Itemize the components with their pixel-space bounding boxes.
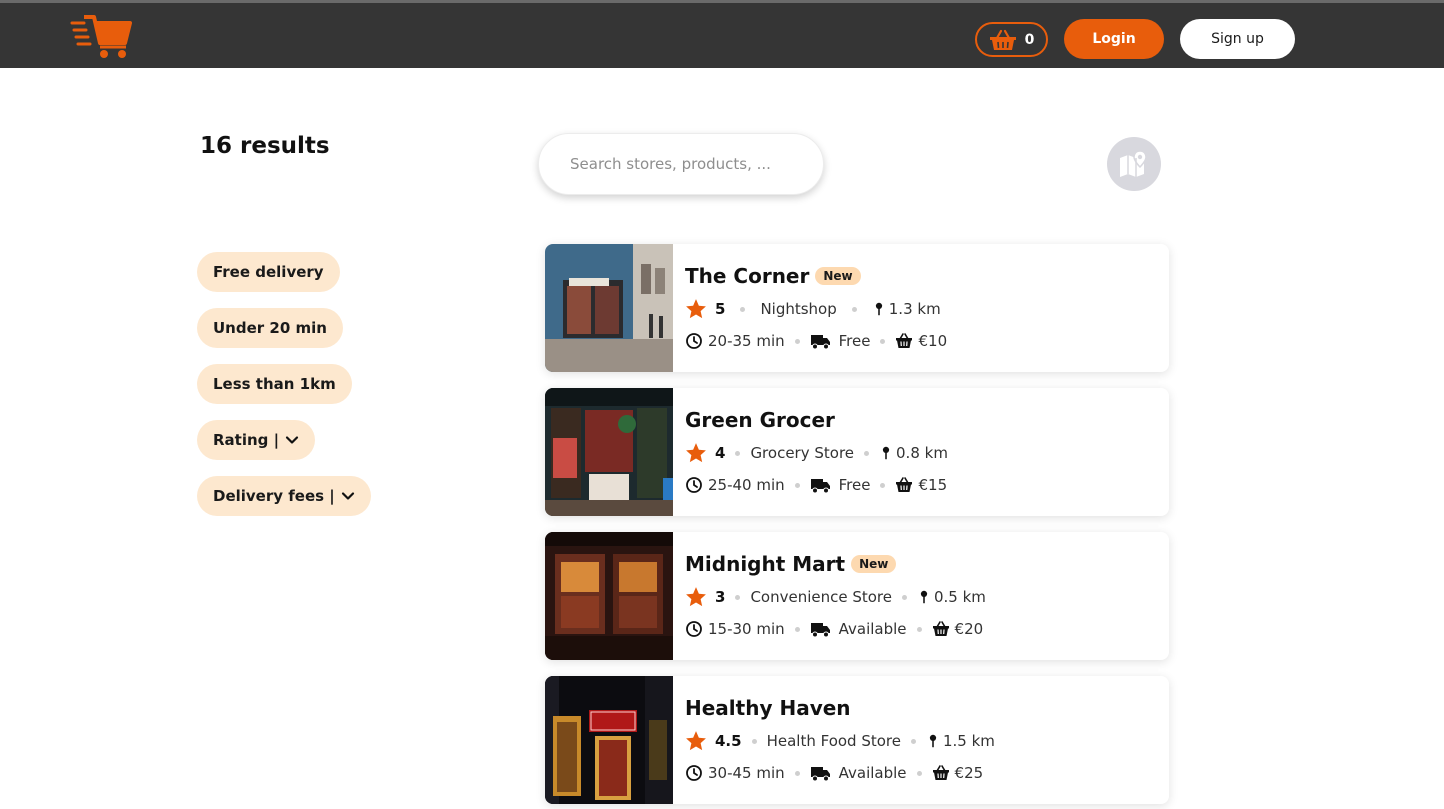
chevron-down-icon — [286, 436, 299, 444]
store-distance: 0.5 km — [934, 588, 986, 606]
minimum-order: €10 — [918, 332, 948, 350]
basket-icon — [989, 29, 1016, 50]
store-photo — [545, 388, 673, 516]
store-category: Grocery Store — [750, 444, 855, 462]
delivery-fee: Available — [838, 620, 907, 638]
separator-dot — [751, 738, 757, 744]
store-category: Convenience Store — [750, 588, 892, 606]
separator-dot — [911, 738, 916, 744]
filter-under-20-min[interactable]: Under 20 min — [197, 308, 343, 348]
store-distance: 0.8 km — [896, 444, 948, 462]
filter-rating-dropdown[interactable]: Rating | — [197, 420, 316, 460]
store-photo — [545, 532, 673, 660]
filter-free-delivery[interactable]: Free delivery — [197, 252, 340, 292]
store-name: Midnight Mart — [685, 552, 846, 576]
star-icon — [686, 443, 706, 463]
store-card[interactable]: Green Grocer 4 Grocery Store 0.8 km 25-4… — [545, 388, 1169, 516]
delivery-fee: Free — [838, 332, 871, 350]
minimum-order: €20 — [954, 620, 984, 638]
store-card[interactable]: Healthy Haven 4.5 Health Food Store 1.5 … — [545, 676, 1169, 804]
delivery-truck-icon — [810, 623, 830, 638]
signup-button[interactable]: Sign up — [1180, 19, 1295, 59]
chevron-down-icon — [341, 492, 354, 500]
star-icon — [686, 587, 706, 607]
separator-dot — [794, 338, 800, 344]
store-photo — [545, 244, 673, 372]
store-card[interactable]: Midnight Mart New 3 Convenience Store 0.… — [545, 532, 1169, 660]
location-pin-icon — [875, 302, 882, 316]
store-photo — [545, 676, 673, 804]
minimum-order: €25 — [954, 764, 984, 782]
store-rating: 4 — [715, 444, 726, 462]
location-pin-icon — [882, 446, 890, 460]
clock-icon — [686, 621, 702, 637]
location-pin-icon — [929, 734, 937, 748]
separator-dot — [864, 450, 870, 456]
separator-dot — [740, 306, 746, 312]
store-distance: 1.3 km — [888, 300, 941, 318]
separator-dot — [916, 770, 922, 776]
search-input[interactable] — [570, 155, 792, 173]
new-badge: New — [851, 555, 897, 573]
filter-list: Free delivery Under 20 min Less than 1km… — [197, 252, 371, 516]
filter-delivery-fees-dropdown[interactable]: Delivery fees | — [197, 476, 371, 516]
new-badge: New — [815, 267, 861, 285]
clock-icon — [686, 333, 702, 349]
delivery-time: 25-40 min — [708, 476, 785, 494]
store-rating: 4.5 — [715, 732, 742, 750]
delivery-truck-icon — [810, 335, 830, 350]
separator-dot — [735, 594, 741, 600]
basket-count: 0 — [1024, 31, 1035, 48]
store-category: Health Food Store — [766, 732, 901, 750]
clock-icon — [686, 477, 702, 493]
results-count: 16 results — [200, 133, 330, 159]
separator-dot — [851, 306, 857, 312]
delivery-time: 30-45 min — [708, 764, 785, 782]
delivery-truck-icon — [810, 479, 830, 494]
delivery-time: 15-30 min — [708, 620, 785, 638]
top-bar: 0 Login Sign up — [0, 0, 1444, 68]
location-pin-icon — [920, 590, 928, 604]
basket-icon — [896, 333, 913, 348]
separator-dot — [880, 338, 886, 344]
store-name: Healthy Haven — [685, 696, 851, 720]
star-icon — [686, 731, 706, 751]
shopping-cart-logo-icon[interactable] — [70, 13, 132, 59]
login-button[interactable]: Login — [1064, 19, 1164, 59]
store-category: Nightshop — [760, 300, 837, 318]
filter-less-than-1km[interactable]: Less than 1km — [197, 364, 352, 404]
search-box[interactable] — [538, 133, 824, 195]
store-rating: 3 — [715, 588, 726, 606]
basket-button[interactable]: 0 — [975, 22, 1048, 57]
store-rating: 5 — [715, 300, 726, 318]
separator-dot — [794, 770, 800, 776]
basket-icon — [932, 621, 949, 636]
store-distance: 1.5 km — [943, 732, 995, 750]
basket-icon — [932, 765, 949, 780]
store-card[interactable]: The Corner New 5 Nightshop 1.3 km 20-35 … — [545, 244, 1169, 372]
separator-dot — [794, 626, 800, 632]
separator-dot — [735, 450, 741, 456]
minimum-order: €15 — [918, 476, 948, 494]
delivery-fee: Available — [838, 764, 907, 782]
star-icon — [686, 299, 706, 319]
delivery-time: 20-35 min — [708, 332, 785, 350]
separator-dot — [902, 594, 907, 600]
store-name: Green Grocer — [685, 408, 835, 432]
clock-icon — [686, 765, 702, 781]
store-list: The Corner New 5 Nightshop 1.3 km 20-35 … — [545, 244, 1169, 804]
separator-dot — [794, 482, 800, 488]
map-view-button[interactable] — [1107, 137, 1161, 191]
store-name: The Corner — [685, 264, 810, 288]
delivery-fee: Free — [838, 476, 871, 494]
separator-dot — [880, 482, 886, 488]
delivery-truck-icon — [810, 767, 830, 782]
map-pin-icon — [1120, 150, 1147, 177]
separator-dot — [916, 626, 922, 632]
basket-icon — [896, 477, 913, 492]
